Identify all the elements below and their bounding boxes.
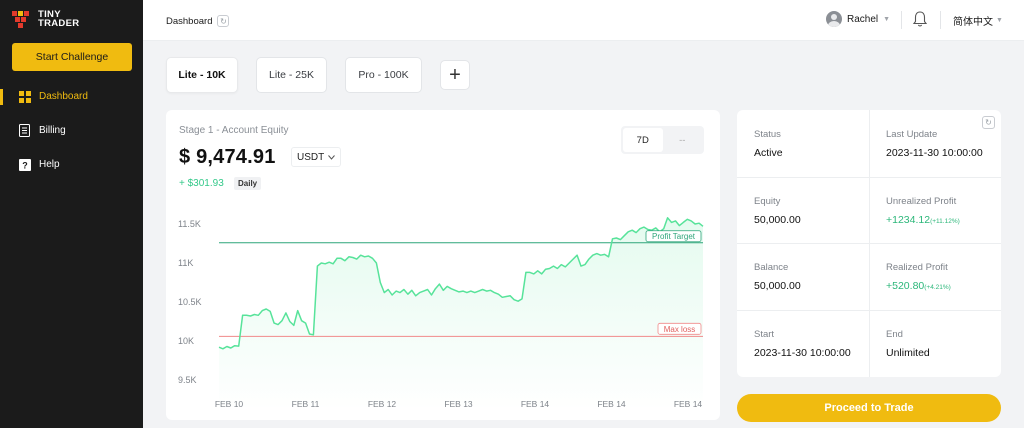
stat-label: Last Update [886,129,938,140]
sidebar-item-label: Dashboard [39,91,88,102]
stat-label: Realized Profit [886,262,948,273]
logo[interactable]: TINY TRADER [12,9,79,29]
stat-label: Status [754,129,781,140]
max-loss-label: Max loss [664,325,696,334]
dashboard-icon [18,90,31,103]
y-tick-label: 10K [178,336,194,346]
account-stats-card: ↻ Status Active Last Update 2023-11-30 1… [737,110,1001,377]
stat-value: Active [754,147,783,159]
stat-balance: Balance 50,000.00 [737,243,869,310]
avatar [826,11,842,27]
y-tick-label: 9.5K [178,375,197,385]
stat-label: Start [754,329,775,340]
y-tick-label: 11K [178,258,193,268]
sidebar-item-help[interactable]: ? Help [18,158,60,171]
realized-percent: (+4.21%) [924,284,951,291]
brand-name: TINY TRADER [38,10,80,29]
svg-text:?: ? [22,160,28,170]
stat-end: End Unlimited [869,310,1001,377]
sidebar-item-label: Help [39,159,60,170]
stat-unrealized-profit: Unrealized Profit +1234.12(+11.12%) [869,177,1001,244]
chevron-down-icon: ▼ [996,17,1003,24]
stat-last-update: Last Update 2023-11-30 10:00:00 [869,110,1001,177]
tab-pro-100k[interactable]: Pro - 100K [345,57,422,93]
stat-value: +1234.12(+11.12%) [886,214,960,226]
stat-value: 50,000.00 [754,280,801,292]
stat-realized-profit: Realized Profit +520.80(+4.21%) [869,243,1001,310]
equity-chart-card: Stage 1 - Account Equity $ 9,474.91 USDT… [166,110,720,420]
tab-lite-25k[interactable]: Lite - 25K [256,57,327,93]
user-name: Rachel [847,13,879,25]
sidebar-item-billing[interactable]: Billing [18,124,66,137]
sidebar-item-dashboard[interactable]: Dashboard [18,90,88,103]
help-icon: ? [18,158,31,171]
stat-label: Unrealized Profit [886,196,957,207]
stat-start: Start 2023-11-30 10:00:00 [737,310,869,377]
stat-status: Status Active [737,110,869,177]
plus-icon: + [449,63,461,86]
breadcrumb: Dashboard ↻ [166,15,230,27]
brand-line-2: TRADER [38,18,80,29]
logo-mark-icon [12,11,29,28]
user-menu[interactable]: Rachel ▼ [826,11,890,27]
active-nav-marker [0,89,3,105]
top-header: Dashboard ↻ Rachel ▼ 简体中文 ▼ [143,0,1024,41]
divider [940,11,941,29]
divider [901,11,902,29]
tab-lite-10k[interactable]: Lite - 10K [166,57,238,93]
sidebar: TINY TRADER Start Challenge Dashboard Bi… [0,0,143,428]
language-label: 简体中文 [953,17,993,28]
bell-icon[interactable] [912,10,928,28]
y-tick-label: 11.5K [178,219,201,229]
series-area [219,217,703,410]
stat-value: 50,000.00 [754,214,801,226]
stat-label: Equity [754,196,781,207]
unrealized-percent: (+11.12%) [930,218,960,225]
chevron-down-icon: ▼ [883,15,891,23]
y-tick-label: 10.5K [178,297,202,307]
stat-value: +520.80(+4.21%) [886,280,951,292]
stat-equity: Equity 50,000.00 [737,177,869,244]
billing-icon [18,124,31,137]
stat-value: Unlimited [886,347,930,359]
brand-line-2-text: TRADER [38,18,80,29]
unrealized-amount: +1234.12 [886,214,931,226]
language-select[interactable]: 简体中文 ▼ [953,13,1003,28]
add-account-button[interactable]: + [440,60,470,90]
realized-amount: +520.80 [886,280,925,292]
stat-value: 2023-11-30 10:00:00 [754,347,851,359]
equity-line-chart: 11.5K11K10.5K10K9.5KFEB 10FEB 11FEB 12FE… [178,217,704,410]
breadcrumb-label: Dashboard [166,15,213,27]
sidebar-item-label: Billing [39,125,66,136]
stat-value: 2023-11-30 10:00:00 [886,147,983,159]
proceed-to-trade-button[interactable]: Proceed to Trade [737,394,1001,422]
stat-label: End [886,329,903,340]
refresh-icon[interactable]: ↻ [217,15,230,27]
start-challenge-button[interactable]: Start Challenge [12,43,132,71]
profit-target-label: Profit Target [652,232,696,241]
stat-label: Balance [754,262,789,273]
